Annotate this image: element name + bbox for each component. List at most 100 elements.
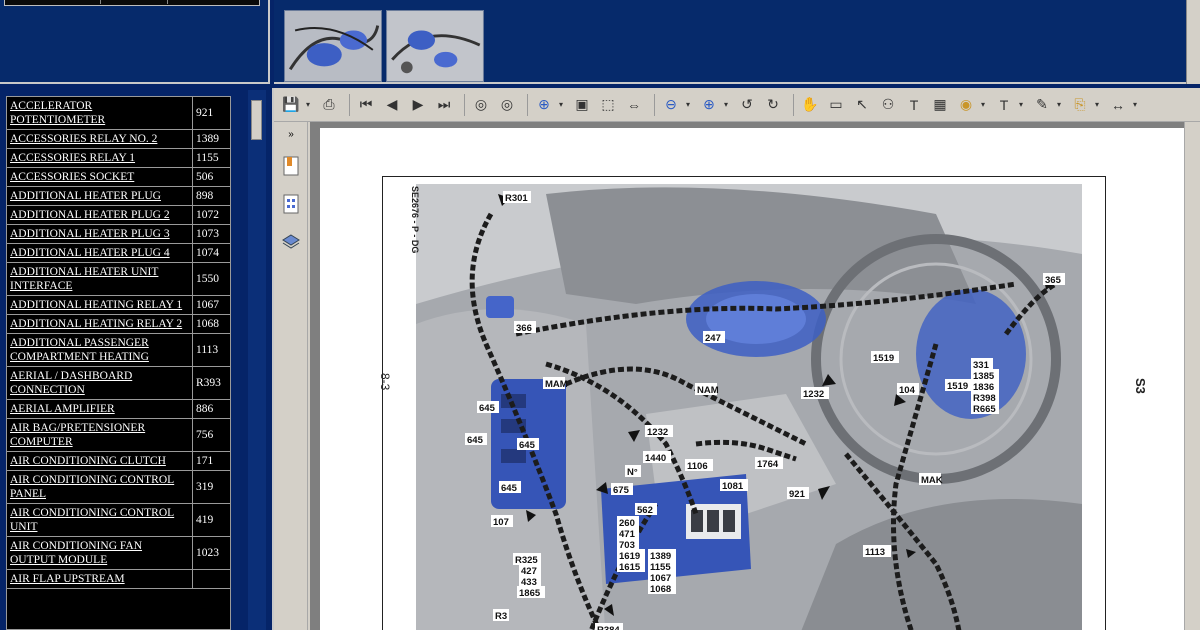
- rotate-left-icon[interactable]: ↺: [736, 94, 758, 116]
- document-scrollbar[interactable]: [1184, 122, 1200, 630]
- list-item-number: 1068: [196, 318, 219, 330]
- list-item-name[interactable]: ADDITIONAL HEATING RELAY 2: [7, 315, 193, 333]
- list-item-name[interactable]: ADDITIONAL HEATER PLUG 3: [7, 225, 193, 243]
- first-page-icon[interactable]: ⏮: [355, 94, 377, 116]
- list-item[interactable]: AIR BAG/PRETENSIONER COMPUTER 756: [7, 419, 230, 452]
- callout-label: 645: [465, 433, 487, 446]
- list-item[interactable]: AIR CONDITIONING CONTROL PANEL 319: [7, 471, 230, 504]
- list-item-name[interactable]: ACCELERATOR POTENTIOMETER: [7, 97, 193, 129]
- list-item[interactable]: AIR CONDITIONING CONTROL UNIT 419: [7, 504, 230, 537]
- list-item-number: 886: [196, 403, 214, 415]
- list-item[interactable]: AERIAL AMPLIFIER 886: [7, 400, 230, 419]
- forward-icon[interactable]: ◎: [496, 94, 518, 116]
- list-item-name[interactable]: AERIAL AMPLIFIER: [7, 400, 193, 418]
- list-item[interactable]: AIR CONDITIONING FAN OUTPUT MODULE 1023: [7, 537, 230, 570]
- list-item-name[interactable]: ADDITIONAL HEATING RELAY 1: [7, 296, 193, 314]
- zoom-in-dropdown-icon[interactable]: ▾: [559, 100, 567, 109]
- collapse-arrow-icon[interactable]: »: [279, 128, 303, 140]
- list-item-name[interactable]: AIR CONDITIONING FAN OUTPUT MODULE: [7, 537, 193, 569]
- list-item[interactable]: ADDITIONAL HEATING RELAY 1 1067: [7, 296, 230, 315]
- component-index-list: ACCELERATOR POTENTIOMETER 921 ACCESSORIES …: [6, 96, 231, 630]
- list-item-name[interactable]: AIR CONDITIONING CONTROL UNIT: [7, 504, 193, 536]
- list-item-name[interactable]: ADDITIONAL HEATER PLUG: [7, 187, 193, 205]
- list-item-name[interactable]: AIR CONDITIONING CONTROL PANEL: [7, 471, 193, 503]
- stamp-icon[interactable]: ◉: [955, 94, 977, 116]
- save-dropdown-icon[interactable]: ▾: [306, 100, 314, 109]
- zoom-in-icon[interactable]: ⊕: [533, 94, 555, 116]
- list-item[interactable]: ADDITIONAL PASSENGER COMPARTMENT HEATING…: [7, 334, 230, 367]
- save-icon[interactable]: 💾: [280, 94, 302, 116]
- list-item[interactable]: ADDITIONAL HEATING RELAY 2 1068: [7, 315, 230, 334]
- callout-label-text: 1081: [722, 481, 744, 492]
- toolbar-separator: [349, 93, 350, 116]
- list-item[interactable]: AERIAL / DASHBOARD CONNECTION R393: [7, 367, 230, 400]
- viewer-toolbar: 💾 ▾ ⎙ ⏮ ◀ ▶ ⏭ ◎ ◎ ⊕ ▾ ▣ ⬚ ⇔ ⊖ ▾ ⊕ ▾ ↺ ↻ ✋ ▭ ↖ ⚇ T ▦ ◉ ▾ T ▾ ✎ ▾ ⎘ ▾ ↔ ▾: [274, 88, 1200, 122]
- measure-dropdown-icon[interactable]: ▾: [1133, 100, 1141, 109]
- back-icon[interactable]: ◎: [470, 94, 492, 116]
- list-item-name[interactable]: ADDITIONAL HEATER PLUG 2: [7, 206, 193, 224]
- last-page-icon[interactable]: ⏭: [433, 94, 455, 116]
- list-item-name[interactable]: AIR FLAP UPSTREAM: [7, 570, 193, 588]
- thumbnail-strip: [274, 0, 1200, 84]
- top-scrollbar[interactable]: [1186, 0, 1200, 84]
- list-item-number: R393: [196, 377, 221, 389]
- list-item[interactable]: ADDITIONAL HEATER PLUG 898: [7, 187, 230, 206]
- actual-size-icon[interactable]: ▣: [571, 94, 593, 116]
- list-item-name[interactable]: AERIAL / DASHBOARD CONNECTION: [7, 367, 193, 399]
- measure-icon[interactable]: ↔: [1107, 94, 1129, 116]
- zoom-in-circle-dropdown-icon[interactable]: ▾: [724, 100, 732, 109]
- list-item[interactable]: AIR FLAP UPSTREAM: [7, 570, 230, 589]
- list-item-name[interactable]: ADDITIONAL HEATER UNIT INTERFACE: [7, 263, 193, 295]
- list-item-name[interactable]: ADDITIONAL HEATER PLUG 4: [7, 244, 193, 262]
- hand-icon[interactable]: ✋: [799, 94, 821, 116]
- list-item-name[interactable]: ACCESSORIES RELAY NO. 2: [7, 130, 193, 148]
- zoom-out-circle-icon[interactable]: ⊖: [660, 94, 682, 116]
- attach-dropdown-icon[interactable]: ▾: [1095, 100, 1103, 109]
- attach-icon[interactable]: ⎘: [1069, 94, 1091, 116]
- bookmarks-icon[interactable]: [279, 154, 303, 178]
- snapshot-icon[interactable]: ▦: [929, 94, 951, 116]
- text-box-dropdown-icon[interactable]: ▾: [1019, 100, 1027, 109]
- index-scrollbar[interactable]: [248, 90, 266, 630]
- list-item-number: 1073: [196, 228, 219, 240]
- binoculars-icon[interactable]: ⚇: [877, 94, 899, 116]
- rotate-right-icon[interactable]: ↻: [762, 94, 784, 116]
- list-item-name[interactable]: AIR CONDITIONING CLUTCH: [7, 452, 193, 470]
- list-item[interactable]: ADDITIONAL HEATER PLUG 3 1073: [7, 225, 230, 244]
- list-item[interactable]: ADDITIONAL HEATER UNIT INTERFACE 1550: [7, 263, 230, 296]
- index-scroll-thumb[interactable]: [251, 100, 262, 140]
- note-dropdown-icon[interactable]: ▾: [1057, 100, 1065, 109]
- layers-icon[interactable]: [279, 230, 303, 254]
- list-item-name[interactable]: ACCESSORIES RELAY 1: [7, 149, 193, 167]
- callout-label: 1615: [617, 560, 645, 573]
- list-item[interactable]: ADDITIONAL HEATER PLUG 2 1072: [7, 206, 230, 225]
- prev-page-icon[interactable]: ◀: [381, 94, 403, 116]
- page-thumbnail-2[interactable]: [386, 10, 484, 82]
- note-icon[interactable]: ✎: [1031, 94, 1053, 116]
- stamp-dropdown-icon[interactable]: ▾: [981, 100, 989, 109]
- list-item-name[interactable]: ACCESSORIES SOCKET: [7, 168, 193, 186]
- list-item[interactable]: ACCESSORIES RELAY 1 1155: [7, 149, 230, 168]
- next-page-icon[interactable]: ▶: [407, 94, 429, 116]
- list-item[interactable]: ADDITIONAL HEATER PLUG 4 1074: [7, 244, 230, 263]
- list-item-number: 1155: [196, 152, 219, 164]
- zoom-out-circle-dropdown-icon[interactable]: ▾: [686, 100, 694, 109]
- select-icon[interactable]: ↖: [851, 94, 873, 116]
- text-box-icon[interactable]: T: [993, 94, 1015, 116]
- fit-width-icon[interactable]: ⇔: [623, 94, 645, 116]
- page-thumbnail-1[interactable]: [284, 10, 382, 82]
- list-item-name[interactable]: AIR BAG/PRETENSIONER COMPUTER: [7, 419, 193, 451]
- callout-label: 366: [514, 321, 536, 334]
- list-item[interactable]: ACCESSORIES SOCKET 506: [7, 168, 230, 187]
- print-icon[interactable]: ⎙: [318, 94, 340, 116]
- glasses-icon[interactable]: ▭: [825, 94, 847, 116]
- list-item-name[interactable]: ADDITIONAL PASSENGER COMPARTMENT HEATING: [7, 334, 193, 366]
- text-select-icon[interactable]: T: [903, 94, 925, 116]
- pages-icon[interactable]: [279, 192, 303, 216]
- fit-page-icon[interactable]: ⬚: [597, 94, 619, 116]
- document-area[interactable]: 8-3 S3 R301 366 MAM 645 645 645 645 1232…: [310, 122, 1200, 630]
- list-item[interactable]: ACCELERATOR POTENTIOMETER 921: [7, 97, 230, 130]
- list-item[interactable]: AIR CONDITIONING CLUTCH 171: [7, 452, 230, 471]
- list-item[interactable]: ACCESSORIES RELAY NO. 2 1389: [7, 130, 230, 149]
- zoom-in-circle-icon[interactable]: ⊕: [698, 94, 720, 116]
